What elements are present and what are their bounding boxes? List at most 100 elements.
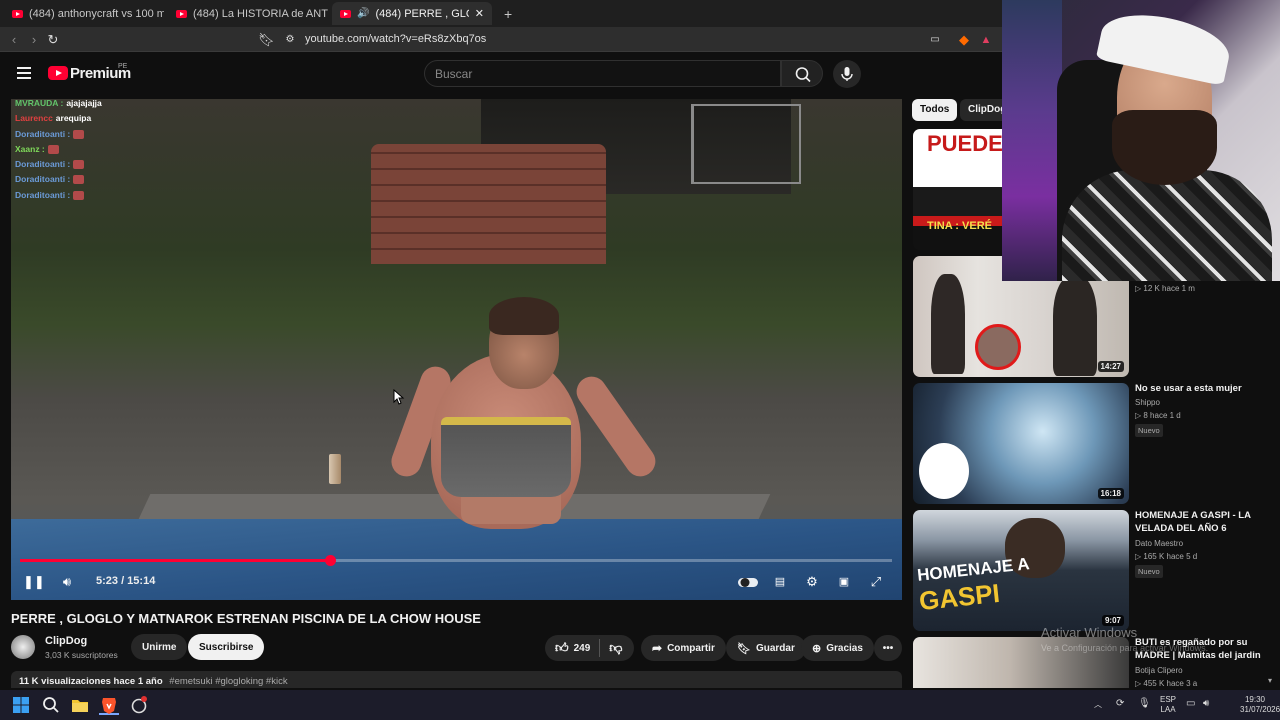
- voice-search-button[interactable]: [833, 60, 861, 88]
- clock[interactable]: 19:30 31/07/2026: [1240, 695, 1280, 715]
- emote-icon: [73, 129, 85, 139]
- video-title: PERRE , GLOGLO Y MATNAROK ESTRENAN PISCI…: [11, 611, 481, 626]
- windows-watermark: Activar Windows: [1041, 625, 1138, 640]
- thanks-label: Gracias: [826, 642, 863, 654]
- like-dislike-group: 👍︎ 249 👎︎: [545, 635, 634, 661]
- volume-tray-icon[interactable]: 🔊︎: [1203, 699, 1209, 709]
- chip-todos[interactable]: Todos: [912, 99, 958, 121]
- thumbnail-figure: [1053, 276, 1097, 376]
- volume-icon[interactable]: 🔊︎: [58, 573, 76, 591]
- reload-icon[interactable]: ↻: [45, 32, 61, 48]
- chat-message: Doraditoanti :: [15, 172, 102, 187]
- chat-text: ajajajajja: [66, 99, 102, 108]
- more-actions-button[interactable]: •••: [874, 635, 902, 661]
- chat-username: MVRAUDA :: [15, 99, 64, 108]
- language-indicator[interactable]: ESP LAA: [1159, 695, 1177, 715]
- emote-icon: [73, 175, 85, 185]
- scrubber-handle[interactable]: [325, 555, 336, 566]
- video-player[interactable]: MVRAUDA : ajajajajja Laurencc arequipa Dorad…: [11, 99, 902, 600]
- back-icon[interactable]: ‹: [6, 32, 22, 48]
- search-icon[interactable]: [41, 695, 61, 715]
- dislike-icon[interactable]: 👎︎: [609, 640, 622, 656]
- tray-expand-icon[interactable]: ︿: [1094, 700, 1102, 710]
- browser-tab-active[interactable]: 🔊 (484) PERRE , GLOGLO Y MATN ✕: [332, 2, 492, 25]
- chat-message: Doraditoanti :: [15, 157, 102, 172]
- app-icon[interactable]: [129, 695, 149, 715]
- browser-tab[interactable]: (484) anthonycraft vs 100 mujeres - Y: [4, 2, 164, 25]
- chat-text: arequipa: [55, 113, 92, 124]
- windows-taskbar: ︿ ⟳ 🎙︎ ESP LAA ▭ 🔊︎ 19:30 31/07/2026: [0, 690, 1280, 720]
- chat-username: Laurencc: [15, 113, 53, 124]
- video-thumbnail[interactable]: HOMENAJE A GASPI 9:07: [913, 510, 1129, 631]
- video-frame: [691, 104, 801, 184]
- cast-icon[interactable]: ▭: [927, 32, 943, 48]
- thumbnail-figure: [919, 443, 969, 499]
- pause-icon[interactable]: ❚❚: [23, 573, 45, 591]
- divider: [599, 639, 601, 657]
- duration-badge: 14:27: [1097, 361, 1124, 372]
- share-button[interactable]: ➦ Compartir: [641, 635, 726, 661]
- file-explorer-icon[interactable]: [70, 695, 90, 715]
- share-label: Compartir: [667, 642, 715, 654]
- chat-message: Doraditoanti :: [15, 127, 102, 142]
- save-button[interactable]: 🔖︎ Guardar: [726, 635, 806, 661]
- brave-rewards-icon[interactable]: ▲: [978, 32, 994, 48]
- new-tab-button[interactable]: +: [496, 2, 516, 25]
- thanks-icon: ⊕: [812, 642, 822, 655]
- browser-tab[interactable]: (484) La HISTORIA de ANTONICRA (c: [168, 2, 328, 25]
- channel-link[interactable]: Botija Clipero: [1135, 666, 1183, 675]
- like-count[interactable]: 249: [574, 643, 591, 654]
- search-button[interactable]: [781, 60, 823, 87]
- start-icon[interactable]: [11, 695, 31, 715]
- tab-title: (484) La HISTORIA de ANTONICRA (c: [193, 7, 328, 20]
- channel-link[interactable]: Shippo: [1135, 398, 1160, 407]
- progress-bar[interactable]: [20, 555, 892, 566]
- emote-icon: [47, 144, 59, 154]
- subtitles-icon[interactable]: ▤: [771, 573, 789, 591]
- hashtags[interactable]: #emetsuki #glogloking #kick: [169, 676, 287, 687]
- site-info-icon[interactable]: ⚙: [282, 32, 298, 48]
- brave-browser-icon[interactable]: [99, 695, 119, 715]
- forward-icon[interactable]: ›: [26, 32, 42, 48]
- bookmark-icon[interactable]: 🔖︎: [258, 32, 275, 48]
- channel-link[interactable]: Dato Maestro: [1135, 539, 1183, 548]
- menu-icon[interactable]: [17, 67, 31, 79]
- video-meta: ▷ 455 K hace 3 a: [1135, 679, 1198, 688]
- search-input[interactable]: Buscar: [424, 60, 781, 87]
- chat-username: Xaanz :: [15, 143, 45, 154]
- subscribe-button[interactable]: Suscribirse: [188, 634, 265, 660]
- autoplay-toggle-icon[interactable]: [737, 573, 759, 591]
- stream-chat-overlay: MVRAUDA : ajajajajja Laurencc arequipa Dorad…: [15, 99, 102, 203]
- video-thumbnail[interactable]: 16:18: [913, 383, 1129, 504]
- thumbnail-figure: [975, 324, 1021, 370]
- microphone-tray-icon[interactable]: 🎙︎: [1138, 699, 1151, 709]
- like-icon[interactable]: 👍︎: [555, 640, 569, 656]
- close-tab-icon[interactable]: ✕: [475, 7, 484, 20]
- video-frame: [489, 297, 559, 335]
- bookmark-icon: 🔖︎: [737, 642, 751, 655]
- network-icon[interactable]: ▭: [1186, 699, 1195, 709]
- sync-icon[interactable]: ⟳: [1116, 699, 1124, 709]
- scroll-down-icon[interactable]: ▾: [1268, 676, 1272, 685]
- brave-shield-icon[interactable]: ◆: [956, 32, 972, 48]
- settings-icon[interactable]: ⚙: [803, 573, 821, 591]
- view-count: 11 K visualizaciones hace 1 año: [19, 676, 163, 687]
- youtube-header: Premium PE Buscar: [0, 52, 1002, 96]
- youtube-logo-icon[interactable]: [48, 66, 68, 80]
- channel-avatar[interactable]: [11, 635, 35, 659]
- miniplayer-icon[interactable]: ▣: [835, 573, 853, 591]
- more-icon: •••: [882, 642, 894, 654]
- fullscreen-icon[interactable]: ⤢: [867, 573, 885, 591]
- thumbnail-text: PUEDE: [927, 131, 1003, 156]
- description-box[interactable]: 11 K visualizaciones hace 1 año #emetsuk…: [11, 671, 902, 688]
- join-button[interactable]: Unirme: [131, 634, 188, 660]
- keyboard-layout: LAA: [1160, 705, 1176, 714]
- url-field[interactable]: youtube.com/watch?v=eRs8zXbq7os: [305, 33, 486, 45]
- chat-username: Doraditoanti :: [15, 174, 71, 185]
- thanks-button[interactable]: ⊕ Gracias: [801, 635, 874, 661]
- video-title-link[interactable]: No se usar a esta mujer: [1135, 382, 1267, 395]
- channel-name[interactable]: ClipDog: [45, 635, 87, 647]
- address-bar: ‹ › ↻ 🔖︎ ⚙ youtube.com/watch?v=eRs8zXbq7…: [0, 27, 1002, 52]
- video-title-link[interactable]: HOMENAJE A GASPI - LA VELADA DEL AÑO 6: [1135, 509, 1267, 535]
- new-badge: Nuevo: [1135, 565, 1163, 578]
